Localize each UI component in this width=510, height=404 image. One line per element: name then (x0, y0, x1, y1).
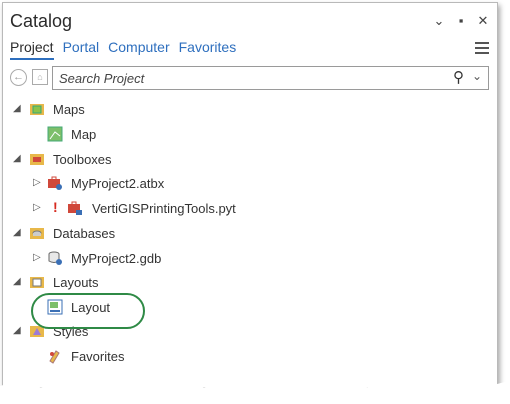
style-favorites-icon (49, 350, 60, 364)
layouts-folder-icon (30, 277, 44, 288)
tab-favorites[interactable]: Favorites (179, 39, 237, 58)
tab-portal[interactable]: Portal (63, 39, 100, 58)
collapsed-caret-icon[interactable]: ▷ (33, 177, 41, 188)
chevron-down-icon[interactable]: ⌄ (431, 13, 447, 29)
search-input[interactable] (57, 70, 421, 87)
tree-label-myproject-atbx: MyProject2.atbx (71, 176, 165, 191)
search-row: ← ⌂ ⚲ ⌄ (10, 66, 489, 90)
tree-label-favorites: Favorites (71, 349, 125, 364)
toolbox-icon (48, 176, 62, 190)
tree-label-databases: Databases (53, 226, 116, 241)
search-icon[interactable]: ⚲ (453, 68, 464, 86)
tree-label-verti-pyt: VertiGISPrintingTools.pyt (92, 201, 236, 216)
expand-caret-icon[interactable]: ◢ (13, 103, 21, 114)
layout-icon (47, 299, 63, 315)
dropdown-chevron-icon[interactable]: ⌄ (472, 69, 482, 83)
collapsed-caret-icon[interactable]: ▷ (33, 252, 41, 263)
tree-label-layouts: Layouts (53, 275, 99, 290)
tree-label-map: Map (71, 127, 97, 142)
warning-icon: ! (53, 199, 58, 215)
tree-label-styles: Styles (53, 324, 89, 339)
expand-caret-icon[interactable]: ◢ (13, 325, 21, 336)
window-controls: ⌄ ▪ ✕ (431, 13, 491, 29)
catalog-tabs: Project Portal Computer Favorites (10, 39, 237, 60)
python-toolbox-icon (68, 201, 82, 215)
maximize-icon[interactable]: ▪ (453, 13, 469, 29)
search-box: ⚲ ⌄ (52, 66, 489, 90)
pane-title: Catalog (10, 11, 73, 31)
back-arrow-icon[interactable]: ← (10, 69, 27, 86)
expand-caret-icon[interactable]: ◢ (13, 153, 21, 164)
expand-caret-icon[interactable]: ◢ (13, 227, 21, 238)
tree-label-toolboxes: Toolboxes (53, 152, 112, 167)
tab-computer[interactable]: Computer (108, 39, 169, 58)
title-bar: Catalog ⌄ ▪ ✕ (10, 9, 491, 35)
menu-icon[interactable] (475, 39, 489, 57)
map-icon (47, 126, 63, 142)
tree-label-layout: Layout (71, 300, 111, 315)
tree-label-myproject-gdb: MyProject2.gdb (71, 251, 162, 266)
catalog-pane: Catalog ⌄ ▪ ✕ Project Portal Computer Fa… (2, 2, 498, 388)
databases-folder-icon (30, 228, 44, 239)
tab-project[interactable]: Project (10, 39, 54, 60)
styles-folder-icon (30, 326, 44, 337)
maps-folder-icon (30, 104, 44, 115)
toolboxes-folder-icon (30, 154, 44, 165)
tree-label-maps: Maps (53, 102, 85, 117)
home-icon[interactable]: ⌂ (32, 69, 48, 85)
collapsed-caret-icon[interactable]: ▷ (33, 202, 41, 213)
geodatabase-icon (48, 251, 62, 265)
expand-caret-icon[interactable]: ◢ (13, 276, 21, 287)
close-icon[interactable]: ✕ (475, 13, 491, 29)
